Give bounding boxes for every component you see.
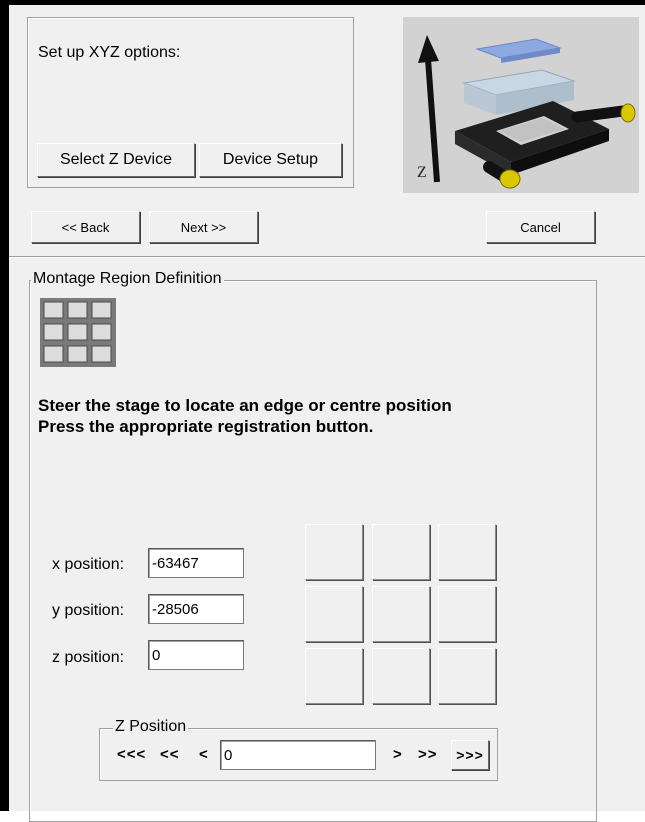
z-axis-label: Z — [417, 164, 427, 181]
window-left-border — [0, 0, 9, 811]
register-top-right-button[interactable] — [438, 524, 496, 580]
next-button[interactable]: Next >> — [149, 211, 258, 243]
register-bottom-right-button[interactable] — [438, 648, 496, 704]
z-step-down-small-button[interactable]: < — [199, 746, 209, 763]
section-divider — [9, 256, 645, 258]
instruction-line-2: Press the appropriate registration butto… — [38, 417, 374, 436]
montage-region-legend: Montage Region Definition — [31, 270, 224, 288]
instruction-line-1: Steer the stage to locate an edge or cen… — [38, 396, 452, 415]
x-position-field[interactable] — [148, 548, 244, 578]
montage-grid-icon — [40, 298, 116, 367]
z-step-down-large-button[interactable]: <<< — [117, 746, 146, 763]
device-setup-button[interactable]: Device Setup — [199, 143, 342, 177]
next-button-label: Next >> — [180, 219, 227, 235]
z-position-legend: Z Position — [113, 718, 189, 736]
x-position-label: x position: — [52, 556, 125, 573]
register-middle-left-button[interactable] — [305, 586, 363, 642]
cancel-button[interactable]: Cancel — [486, 211, 595, 243]
register-middle-right-button[interactable] — [438, 586, 496, 642]
stage-image: Z — [417, 35, 636, 189]
register-centre-button[interactable] — [372, 586, 430, 642]
xyz-options-prompt: Set up XYZ options: — [38, 44, 181, 61]
register-bottom-centre-button[interactable] — [372, 648, 430, 704]
z-step-down-medium-button[interactable]: << — [160, 746, 180, 763]
register-bottom-left-button[interactable] — [305, 648, 363, 704]
xyz-stage-illustration: Z — [403, 17, 639, 193]
select-z-device-button[interactable]: Select Z Device — [37, 143, 195, 177]
back-button[interactable]: << Back — [31, 211, 140, 243]
back-button-label: << Back — [61, 219, 110, 235]
register-top-centre-button[interactable] — [372, 524, 430, 580]
y-position-field[interactable] — [148, 594, 244, 624]
z-position-value-field[interactable] — [220, 740, 376, 770]
z-position-label: z position: — [52, 649, 125, 666]
z-position-field[interactable] — [148, 640, 244, 670]
window: Set up XYZ options: Select Z Device Devi… — [0, 0, 645, 822]
cancel-button-label: Cancel — [520, 219, 561, 235]
z-step-up-medium-button[interactable]: >> — [418, 746, 438, 763]
z-step-up-small-button[interactable]: > — [393, 746, 403, 763]
y-position-label: y position: — [52, 602, 125, 619]
register-top-left-button[interactable] — [305, 524, 363, 580]
z-step-up-large-button[interactable]: >>> — [451, 740, 489, 770]
